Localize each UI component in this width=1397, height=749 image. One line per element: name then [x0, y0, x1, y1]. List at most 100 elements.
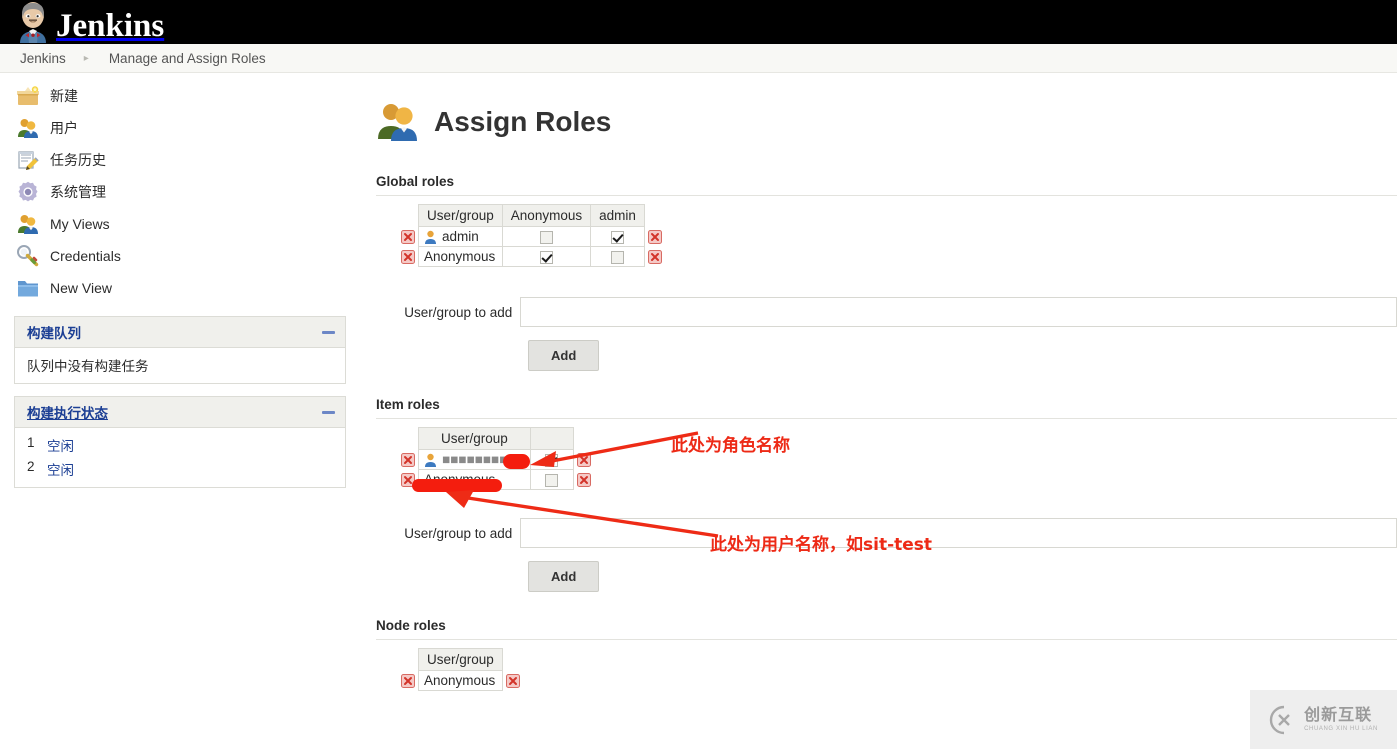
gear-icon: [18, 181, 38, 202]
table-row: Anonymous: [398, 246, 665, 267]
sidebar-item-users[interactable]: 用户: [0, 112, 344, 144]
column-header-usergroup: User/group: [418, 204, 503, 227]
row-delete-cell: [573, 450, 594, 470]
sidebar-item-label: New View: [50, 280, 112, 296]
item-roles-table: User/group ■■■■■■■■■ Anonymous: [398, 427, 594, 490]
executor-status[interactable]: 空闲: [47, 435, 74, 455]
sidebar-item-credentials[interactable]: Credentials: [0, 240, 344, 272]
sidebar-item-label: 系统管理: [50, 184, 106, 200]
add-button[interactable]: Add: [528, 340, 600, 371]
users-icon: [18, 119, 38, 138]
usergroup-name: Anonymous: [424, 472, 496, 487]
node-roles-heading: Node roles: [376, 618, 446, 633]
permission-cell-anonymous: [501, 246, 592, 267]
build-queue-widget: 构建队列 队列中没有构建任务: [14, 316, 346, 384]
jenkins-brand-text: Jenkins: [56, 8, 165, 44]
main-content: Assign Roles Global roles User/group Ano…: [376, 96, 1397, 691]
delete-red-x-icon[interactable]: [505, 674, 520, 689]
row-delete-cell: [398, 227, 419, 247]
usergroup-cell: Anonymous: [418, 670, 503, 691]
sidebar-item-label: 新建: [50, 88, 78, 104]
delete-red-x-icon[interactable]: [401, 473, 415, 488]
sidebar-item-build-history[interactable]: 任务历史: [0, 144, 344, 176]
sidebar-item-new-item[interactable]: 新建: [0, 80, 344, 112]
delete-red-x-icon[interactable]: [401, 453, 415, 468]
watermark: 创新互联 CHUANG XIN HU LIAN: [1250, 690, 1397, 749]
checkbox-checked-icon[interactable]: [539, 250, 553, 264]
spacer-cell: [398, 205, 419, 227]
row-delete-cell: [573, 470, 594, 490]
table-row: admin: [398, 226, 665, 247]
executor-number: 1: [27, 435, 35, 450]
global-roles-heading: Global roles: [376, 174, 455, 189]
checkbox-checked-icon[interactable]: [545, 453, 559, 467]
cx-logo-icon: [1269, 705, 1290, 734]
build-history-icon: [18, 151, 39, 170]
permission-cell-admin: [590, 246, 645, 267]
watermark-cn-text: 创新互联: [1304, 705, 1373, 724]
delete-red-x-icon[interactable]: [647, 250, 662, 265]
table-row: ■■■■■■■■■: [398, 449, 594, 470]
sidebar: 新建 用户 任务历史 系统管理 My Views Credentials New…: [0, 80, 346, 488]
row-delete-cell: [398, 247, 419, 267]
table-row: Anonymous: [398, 670, 523, 691]
breadcrumb-item-manage-and-assign-roles[interactable]: Manage and Assign Roles: [103, 51, 272, 66]
global-roles-table: User/group Anonymous admin admin Anonymo…: [398, 204, 665, 267]
usergroup-name: Anonymous: [424, 249, 496, 264]
column-header-role-redacted: ■■■: [529, 427, 574, 450]
permission-cell-role: [529, 449, 574, 470]
usergroup-cell: Anonymous: [418, 246, 503, 267]
sidebar-item-new-view[interactable]: New View: [0, 272, 344, 304]
person-icon: [425, 230, 436, 244]
jenkins-home-link[interactable]: Jenkins: [16, 1, 164, 43]
page-title: Assign Roles: [434, 106, 612, 137]
executor-number: 2: [27, 459, 35, 474]
checkbox-unchecked-icon[interactable]: [545, 473, 559, 487]
checkbox-unchecked-icon[interactable]: [610, 250, 624, 264]
collapse-minus-icon[interactable]: [322, 330, 335, 334]
row-delete-cell: [502, 671, 523, 691]
node-roles-table-wrap: User/group Anonymous: [376, 648, 1397, 691]
delete-red-x-icon[interactable]: [401, 674, 415, 689]
breadcrumb-item-jenkins[interactable]: Jenkins: [14, 51, 72, 66]
node-roles-table: User/group Anonymous: [398, 648, 523, 691]
row-delete-cell: [398, 450, 419, 470]
column-header-admin: admin: [590, 204, 645, 227]
jenkins-butler-icon: [20, 2, 46, 43]
usergroup-cell: ■■■■■■■■■: [418, 449, 531, 470]
table-header-row: User/group ■■■: [398, 427, 594, 450]
add-usergroup-input[interactable]: [520, 297, 1397, 327]
row-delete-cell: [644, 247, 665, 267]
column-header-usergroup: User/group: [418, 648, 503, 671]
build-executor-status-title[interactable]: 构建执行状态: [27, 402, 108, 422]
usergroup-cell: Anonymous: [418, 469, 531, 490]
breadcrumb: Jenkins ▸ Manage and Assign Roles: [0, 44, 1397, 73]
delete-red-x-icon[interactable]: [647, 230, 662, 245]
delete-red-x-icon[interactable]: [401, 230, 415, 245]
item-roles-table-wrap: User/group ■■■■■■■■■ Anonymous: [376, 427, 1397, 490]
sidebar-item-my-views[interactable]: My Views: [0, 208, 344, 240]
sidebar-item-manage-jenkins[interactable]: 系统管理: [0, 176, 344, 208]
build-executor-status-header: 构建执行状态: [15, 397, 345, 428]
permission-cell-anonymous: [501, 226, 592, 247]
credentials-key-icon: [17, 245, 39, 267]
add-button[interactable]: Add: [528, 561, 600, 592]
executor-status[interactable]: 空闲: [47, 459, 74, 479]
row-delete-cell: [644, 227, 665, 247]
column-header-anonymous: Anonymous: [501, 204, 592, 227]
sidebar-item-label: 任务历史: [50, 152, 106, 168]
my-views-icon: [18, 215, 38, 234]
delete-red-x-icon[interactable]: [576, 453, 591, 468]
checkbox-unchecked-icon[interactable]: [539, 230, 553, 244]
table-header-row: User/group: [398, 648, 523, 671]
delete-red-x-icon[interactable]: [401, 250, 415, 265]
sidebar-item-label: Credentials: [50, 248, 121, 264]
sidebar-item-label: 用户: [50, 120, 78, 136]
jenkins-assign-roles-page: Jenkins Jenkins ▸ Manage and Assign Role…: [0, 0, 1397, 749]
global-roles-add-form: User/group to add Add: [376, 297, 1397, 371]
add-usergroup-input[interactable]: [520, 518, 1397, 548]
collapse-minus-icon[interactable]: [322, 410, 335, 414]
checkbox-checked-icon[interactable]: [610, 230, 624, 244]
delete-red-x-icon[interactable]: [576, 473, 591, 488]
top-header-bar: Jenkins: [0, 0, 1397, 44]
